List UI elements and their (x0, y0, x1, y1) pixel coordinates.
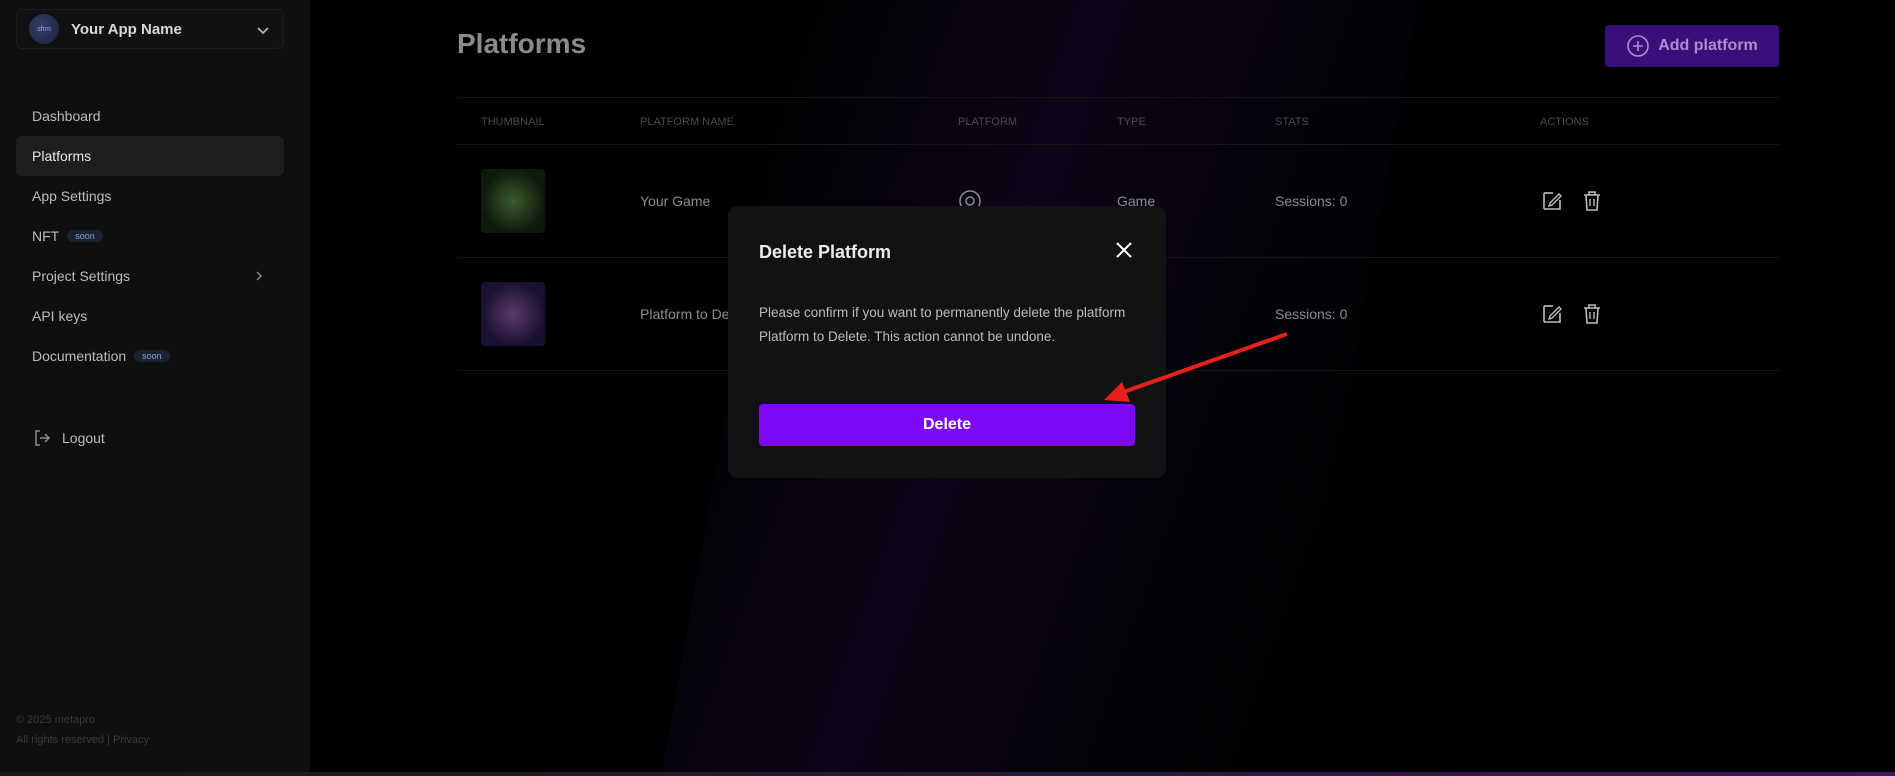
sidebar-item-label: Documentation (32, 348, 127, 364)
sidebar-item-label: NFT (32, 228, 60, 244)
sidebar-item-documentation[interactable]: Documentation soon (16, 336, 284, 376)
sidebar-item-label: Project Settings (32, 268, 131, 284)
sidebar-footer: © 2025 metapro All rights reserved | Pri… (16, 710, 149, 750)
sidebar-item-platforms[interactable]: Platforms (16, 136, 284, 176)
app-switcher[interactable]: sfrm Your App Name (16, 9, 284, 49)
edit-icon[interactable] (1540, 302, 1564, 326)
dialog-title: Delete Platform (759, 242, 892, 262)
app-name: Your App Name (71, 20, 182, 38)
sidebar-item-project-settings[interactable]: Project Settings (16, 256, 284, 296)
platform-name: Your Game (640, 193, 711, 209)
soon-badge: soon (134, 350, 170, 362)
table-header: THUMBNAIL PLATFORM NAME PLATFORM TYPE ST… (457, 97, 1779, 145)
sidebar-item-label: Platforms (32, 148, 92, 164)
sidebar-item-api-keys[interactable]: API keys (16, 296, 284, 336)
sidebar-nav: Dashboard Platforms App Settings NFT soon… (16, 96, 284, 376)
platform-thumbnail (481, 282, 545, 346)
sidebar-item-label: Dashboard (32, 108, 101, 124)
column-header-type: TYPE (1117, 116, 1146, 128)
add-platform-label: Add platform (1658, 37, 1758, 54)
column-header-actions: ACTIONS (1540, 116, 1589, 128)
add-platform-button[interactable]: Add platform (1605, 25, 1779, 67)
rights-text: All rights reserved | Privacy (16, 734, 150, 746)
column-header-platform-name: PLATFORM NAME (640, 116, 734, 128)
trash-icon[interactable] (1580, 302, 1604, 326)
platform-thumbnail (481, 169, 545, 233)
sidebar-item-nft[interactable]: NFT soon (16, 216, 284, 256)
sidebar-item-app-settings[interactable]: App Settings (16, 176, 284, 216)
column-header-thumbnail: THUMBNAIL (481, 116, 545, 128)
logout-icon (35, 430, 51, 446)
column-header-stats: STATS (1275, 116, 1309, 128)
app-root: sfrm Your App Name Dashboard Platforms A… (0, 0, 1895, 776)
sidebar-item-dashboard[interactable]: Dashboard (16, 96, 284, 136)
chevron-right-icon (256, 271, 262, 281)
sidebar-item-label: API keys (32, 308, 88, 324)
logout-button[interactable]: Logout (32, 428, 105, 448)
dialog-message: Please confirm if you want to permanentl… (759, 305, 1126, 344)
logout-label: Logout (62, 430, 105, 446)
copyright-text: © 2025 metapro (16, 714, 96, 726)
trash-icon[interactable] (1580, 189, 1604, 213)
platform-stats: Sessions: 0 (1275, 193, 1348, 209)
soon-badge: soon (67, 230, 103, 242)
sidebar: sfrm Your App Name Dashboard Platforms A… (0, 0, 310, 776)
page-title: Platforms (457, 28, 587, 59)
close-icon[interactable] (1114, 240, 1134, 260)
platform-stats: Sessions: 0 (1275, 306, 1348, 322)
platform-name: Platform to De (640, 306, 730, 322)
app-avatar: sfrm (29, 14, 59, 44)
sidebar-item-label: App Settings (32, 188, 112, 204)
annotation-arrow-icon (1104, 332, 1288, 402)
delete-button[interactable]: Delete (759, 404, 1135, 446)
column-header-platform: PLATFORM (958, 116, 1018, 128)
plus-circle-icon (1627, 35, 1650, 57)
bottom-border (0, 772, 1895, 776)
chevron-down-icon (257, 27, 269, 35)
edit-icon[interactable] (1540, 189, 1564, 213)
